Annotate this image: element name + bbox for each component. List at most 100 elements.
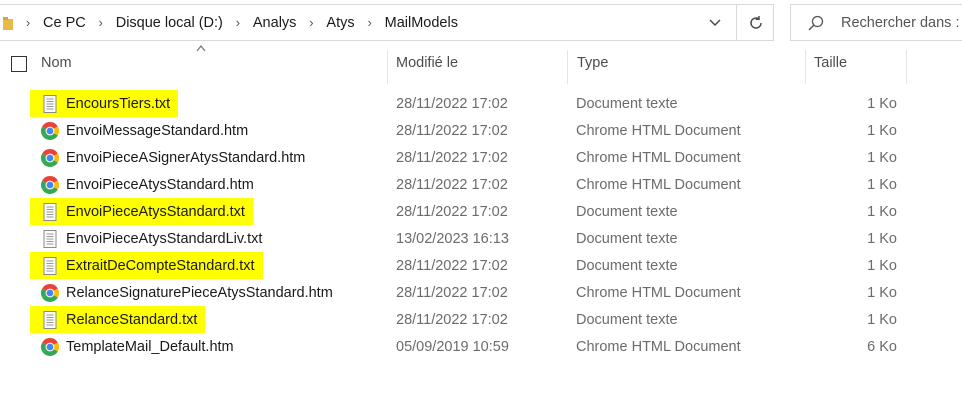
navigation-bar: › Ce PC › Disque local (D:) › Analys › A… [0,0,962,44]
file-name: EnvoiPieceAtysStandard.htm [66,176,254,193]
breadcrumb-item-mailmodels[interactable]: MailModels [385,15,458,31]
file-type: Document texte [576,203,678,220]
file-name: EnvoiMessageStandard.htm [66,122,249,139]
file-size: 1 Ko [867,203,897,220]
refresh-button[interactable] [736,5,775,40]
address-bar[interactable]: › Ce PC › Disque local (D:) › Analys › A… [0,4,774,41]
file-size: 1 Ko [867,176,897,193]
file-row[interactable]: ExtraitDeCompteStandard.txt 28/11/2022 17… [0,252,962,279]
file-name: EnvoiPieceASignerAtysStandard.htm [66,149,306,166]
column-header-modified[interactable]: Modifié le [396,44,458,82]
file-type: Document texte [576,311,678,328]
search-input[interactable] [841,13,962,33]
file-size: 6 Ko [867,338,897,355]
column-header-size[interactable]: Taille [814,44,847,82]
file-name-cell[interactable]: ExtraitDeCompteStandard.txt [30,252,263,279]
file-row[interactable]: EnvoiMessageStandard.htm 28/11/2022 17:02… [0,117,962,144]
file-size: 1 Ko [867,284,897,301]
chrome-icon [41,283,59,302]
file-row[interactable]: RelanceSignaturePieceAtysStandard.htm 28/… [0,279,962,306]
file-row[interactable]: EncoursTiers.txt 28/11/2022 17:02 Document… [0,90,962,117]
file-name-cell[interactable]: EncoursTiers.txt [30,90,179,117]
column-header-name[interactable]: Nom [41,44,72,82]
file-type: Chrome HTML Document [576,149,741,166]
file-modified: 28/11/2022 17:02 [396,176,508,193]
text-document-icon [43,202,57,221]
file-modified: 28/11/2022 17:02 [396,311,508,328]
file-name-cell[interactable]: TemplateMail_Default.htm [30,333,242,360]
file-name-wrapper: ExtraitDeCompteStandard.txt [30,252,263,279]
file-name: RelanceSignaturePieceAtysStandard.htm [66,284,333,301]
select-all-checkbox[interactable] [11,56,27,72]
column-divider[interactable] [567,50,568,84]
file-name-wrapper: TemplateMail_Default.htm [30,333,242,360]
file-name-wrapper: EnvoiPieceAtysStandard.htm [30,171,262,198]
column-header-type[interactable]: Type [577,44,608,82]
breadcrumb-separator-icon[interactable]: › [86,15,116,30]
file-size: 1 Ko [867,257,897,274]
file-type: Chrome HTML Document [576,338,741,355]
file-name-wrapper: RelanceSignaturePieceAtysStandard.htm [30,279,341,306]
file-name-cell[interactable]: EnvoiPieceAtysStandard.txt [30,198,253,225]
breadcrumb-separator-icon[interactable]: › [296,15,326,30]
chrome-icon [41,337,59,356]
file-modified: 28/11/2022 17:02 [396,203,508,220]
breadcrumb-item-analys[interactable]: Analys [253,15,297,31]
file-name-wrapper: EnvoiMessageStandard.htm [30,117,256,144]
file-name: EnvoiPieceAtysStandardLiv.txt [66,230,263,247]
file-name-cell[interactable]: EnvoiPieceAtysStandard.htm [30,171,262,198]
file-name: TemplateMail_Default.htm [66,338,234,355]
file-modified: 13/02/2023 16:13 [396,230,509,247]
column-divider[interactable] [805,50,806,84]
breadcrumb-item-atys[interactable]: Atys [326,15,354,31]
file-row[interactable]: EnvoiPieceAtysStandard.htm 28/11/2022 17:… [0,171,962,198]
file-name-cell[interactable]: EnvoiMessageStandard.htm [30,117,256,144]
file-type: Document texte [576,95,678,112]
file-name-cell[interactable]: RelanceSignaturePieceAtysStandard.htm [30,279,341,306]
file-name-wrapper: EnvoiPieceAtysStandardLiv.txt [30,225,270,252]
breadcrumb-item-ce-pc[interactable]: Ce PC [43,15,86,31]
file-type: Chrome HTML Document [576,176,741,193]
text-document-icon [43,94,57,113]
column-divider[interactable] [387,50,388,84]
chrome-icon [41,175,59,194]
breadcrumb-separator-icon[interactable]: › [223,15,253,30]
file-size: 1 Ko [867,311,897,328]
file-size: 1 Ko [867,149,897,166]
column-divider[interactable] [906,50,907,84]
file-row[interactable]: RelanceStandard.txt 28/11/2022 17:02 Docum… [0,306,962,333]
sort-ascending-icon [196,45,206,52]
file-row[interactable]: EnvoiPieceAtysStandardLiv.txt 13/02/2023 … [0,225,962,252]
search-box[interactable] [790,4,962,41]
file-row[interactable]: EnvoiPieceASignerAtysStandard.htm 28/11/2… [0,144,962,171]
file-name-cell[interactable]: RelanceStandard.txt [30,306,206,333]
chevron-down-icon [709,19,721,26]
file-name-cell[interactable]: EnvoiPieceASignerAtysStandard.htm [30,144,313,171]
file-name: ExtraitDeCompteStandard.txt [66,257,255,274]
breadcrumb: › Ce PC › Disque local (D:) › Analys › A… [13,5,458,40]
file-name-wrapper: EnvoiPieceASignerAtysStandard.htm [30,144,313,171]
file-modified: 28/11/2022 17:02 [396,257,508,274]
file-modified: 05/09/2019 10:59 [396,338,509,355]
file-modified: 28/11/2022 17:02 [396,284,508,301]
chrome-icon [41,121,59,140]
breadcrumb-separator-icon[interactable]: › [13,15,43,30]
file-type: Chrome HTML Document [576,284,741,301]
text-document-icon [43,310,57,329]
file-name-wrapper: EncoursTiers.txt [30,90,179,117]
text-document-icon [43,229,57,248]
file-row[interactable]: EnvoiPieceAtysStandard.txt 28/11/2022 17:… [0,198,962,225]
breadcrumb-separator-icon[interactable]: › [355,15,385,30]
file-type: Document texte [576,230,678,247]
breadcrumb-item-disque-local[interactable]: Disque local (D:) [116,15,223,31]
file-row[interactable]: TemplateMail_Default.htm 05/09/2019 10:59… [0,333,962,360]
address-history-button[interactable] [697,5,733,40]
column-header-row: Nom Modifié le Type Taille [0,44,962,86]
file-type: Chrome HTML Document [576,122,741,139]
file-name: EncoursTiers.txt [66,95,171,112]
file-name-wrapper: RelanceStandard.txt [30,306,206,333]
search-icon [808,15,824,31]
text-document-icon [43,256,57,275]
file-name-cell[interactable]: EnvoiPieceAtysStandardLiv.txt [30,225,270,252]
file-size: 1 Ko [867,122,897,139]
